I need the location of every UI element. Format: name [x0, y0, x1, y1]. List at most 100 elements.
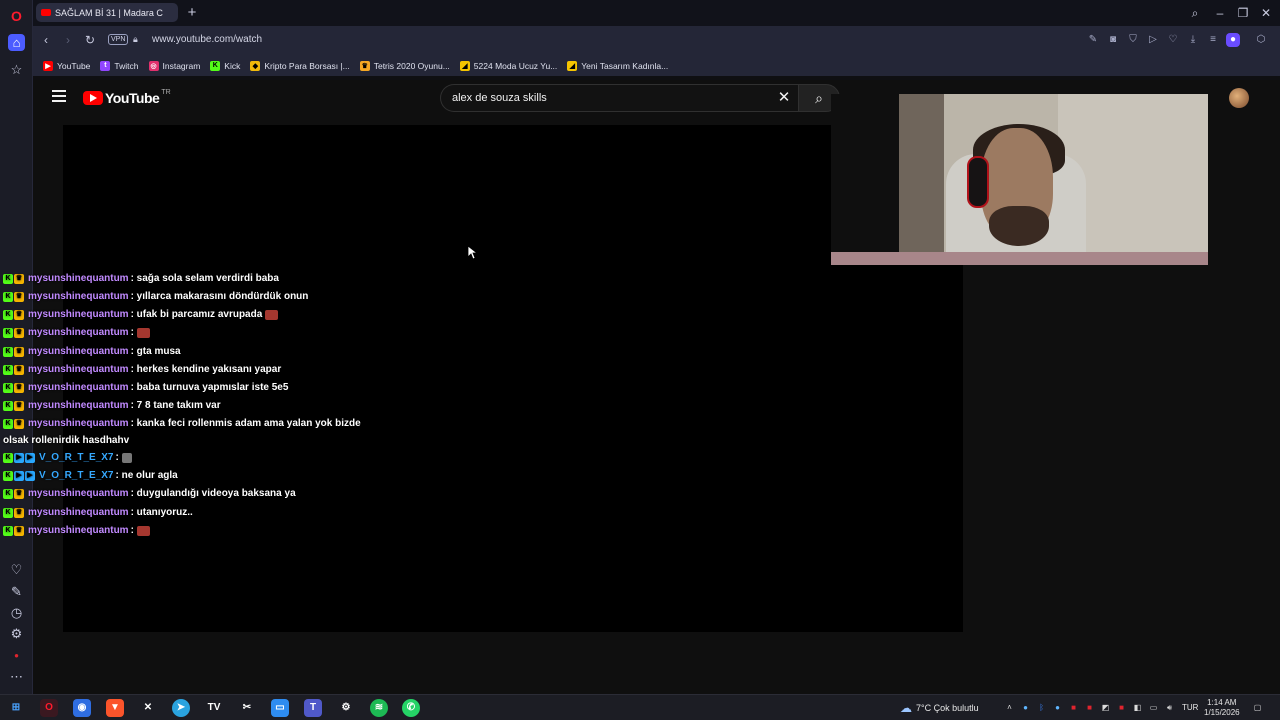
- notes-app-icon[interactable]: ▭: [271, 699, 289, 717]
- notifications-icon[interactable]: ▢: [1252, 702, 1263, 713]
- close-window-button[interactable]: ✕: [1256, 4, 1276, 22]
- bookmark-tetris[interactable]: ♛ Tetris 2020 Oyunu...: [359, 60, 450, 71]
- bookmark-kick[interactable]: K Kick: [210, 60, 240, 71]
- edit-icon[interactable]: ✎: [1086, 33, 1100, 47]
- steam-app-icon[interactable]: ⚙: [337, 699, 355, 717]
- whatsapp-app-icon[interactable]: ✆: [402, 699, 420, 717]
- kick-badge-icon: K: [3, 309, 13, 320]
- tab-active[interactable]: SAĞLAM Bİ 31 | Madara C: [36, 3, 178, 22]
- bluetooth-icon[interactable]: ᛒ: [1036, 702, 1047, 713]
- tray-app-icon[interactable]: ◩: [1100, 702, 1111, 713]
- youtube-logo[interactable]: YouTube TR: [83, 89, 171, 106]
- subscriber-badge-icon: ▶: [14, 452, 24, 463]
- search-tabs-icon[interactable]: ⌕: [1185, 4, 1205, 22]
- instagram-icon: ◎: [148, 60, 159, 71]
- tray-app-icon[interactable]: ■: [1084, 702, 1095, 713]
- bookmark-tasarim[interactable]: ◢ Yeni Tasarım Kadınla...: [567, 60, 668, 71]
- spotify-app-icon[interactable]: ≋: [370, 699, 388, 717]
- kick-badge-icon: K: [3, 273, 13, 284]
- language-indicator[interactable]: TUR: [1182, 703, 1198, 712]
- chat-username: mysunshinequantum: [28, 507, 129, 518]
- chat-text: : ufak bi parcamız avrupada: [130, 309, 263, 320]
- kick-badge-icon: K: [3, 382, 13, 393]
- windows-start-icon[interactable]: ⊞: [7, 699, 25, 717]
- new-tab-button[interactable]: +: [183, 4, 201, 22]
- clear-search-icon[interactable]: ✕: [774, 88, 794, 108]
- profile-icon[interactable]: ●: [1226, 33, 1240, 47]
- pinboard-icon[interactable]: ✎: [8, 583, 25, 600]
- chat-message: K ▶ ▶ V_O_R_T_E_X7:: [3, 452, 132, 463]
- bookmark-instagram[interactable]: ◎ Instagram: [148, 60, 200, 71]
- forward-button[interactable]: ›: [60, 32, 76, 48]
- tray-chevron-icon[interactable]: ˄: [1004, 702, 1015, 713]
- hamburger-menu-icon[interactable]: [52, 90, 66, 104]
- settings-gear-icon[interactable]: ⚙: [8, 625, 25, 642]
- clock[interactable]: 1:14 AM 1/15/2026: [1204, 698, 1240, 718]
- chat-message: K ♛ mysunshinequantum: duygulandığı videoy…: [3, 488, 296, 499]
- shield-icon[interactable]: ⛉: [1126, 33, 1140, 47]
- chat-message: K ♛ mysunshinequantum: kanka feci rollenmi…: [3, 418, 361, 429]
- tray-app-icon[interactable]: ◧: [1132, 702, 1143, 713]
- chat-text: : herkes kendine yakısanı yapar: [130, 364, 282, 375]
- bookmark-crypto[interactable]: ◆ Kripto Para Borsası |...: [250, 60, 350, 71]
- chat-username: V_O_R_T_E_X7: [39, 452, 114, 463]
- reload-button[interactable]: ↻: [82, 32, 98, 48]
- trophy-icon: ♛: [359, 60, 370, 71]
- crown-badge-icon: ♛: [14, 346, 24, 357]
- bookmark-moda[interactable]: ◢ 5224 Moda Ucuz Yu...: [459, 60, 557, 71]
- opera-logo-icon[interactable]: O: [8, 7, 25, 24]
- tray-app-icon[interactable]: ■: [1116, 702, 1127, 713]
- chat-text: :: [130, 327, 134, 338]
- webcam-overlay: [831, 94, 1208, 265]
- home-icon[interactable]: ⌂: [8, 34, 25, 51]
- kick-badge-icon: K: [3, 291, 13, 302]
- ublock-icon[interactable]: ●: [8, 647, 25, 664]
- bookmark-youtube[interactable]: ▶ YouTube: [43, 60, 90, 71]
- back-button[interactable]: ‹: [38, 32, 54, 48]
- network-icon[interactable]: ▭: [1148, 702, 1159, 713]
- tray-app-icon[interactable]: ●: [1052, 702, 1063, 713]
- minimize-button[interactable]: –: [1210, 4, 1230, 22]
- menu-icon[interactable]: ≡: [1206, 33, 1220, 47]
- capcut-app-icon[interactable]: ✂: [238, 699, 256, 717]
- play-icon[interactable]: ▷: [1146, 33, 1160, 47]
- avatar[interactable]: [1229, 88, 1249, 108]
- cloud-icon: ☁: [900, 701, 912, 715]
- crown-badge-icon: ♛: [14, 488, 24, 499]
- tray-app-icon[interactable]: ●: [1020, 702, 1031, 713]
- vpn-badge[interactable]: VPN: [108, 34, 129, 45]
- weather-widget[interactable]: ☁ 7°C Çok bulutlu: [900, 701, 979, 715]
- opera-app-icon[interactable]: O: [40, 699, 58, 717]
- youtube-icon: ▶: [43, 60, 53, 71]
- heart-icon[interactable]: ♡: [8, 561, 25, 578]
- kick-badge-icon: K: [3, 507, 13, 518]
- brave-app-icon[interactable]: ▼: [106, 699, 124, 717]
- chat-text: :: [130, 525, 134, 536]
- chrome-app-icon[interactable]: ◉: [73, 699, 91, 717]
- restore-button[interactable]: ❐: [1233, 4, 1253, 22]
- kick-badge-icon: K: [3, 418, 13, 429]
- telegram-app-icon[interactable]: ➤: [172, 699, 190, 717]
- bookmark-twitch[interactable]: t Twitch: [100, 60, 139, 71]
- camera-icon[interactable]: ◙: [1106, 33, 1120, 47]
- chat-text: : gta musa: [130, 346, 181, 357]
- x-app-icon[interactable]: ✕: [139, 699, 157, 717]
- lock-icon[interactable]: 🔒︎: [133, 34, 138, 45]
- download-icon[interactable]: ⤓: [1186, 33, 1200, 47]
- tradingview-app-icon[interactable]: TV: [205, 699, 223, 717]
- url-field[interactable]: www.youtube.com/watch: [152, 34, 262, 45]
- search-input[interactable]: alex de souza skills ✕: [440, 84, 798, 112]
- teams-app-icon[interactable]: T: [304, 699, 322, 717]
- extensions-icon[interactable]: ⬡: [1254, 33, 1268, 47]
- speed-dial-icon[interactable]: ☆: [8, 61, 25, 78]
- history-icon[interactable]: ◷: [8, 604, 25, 621]
- crown-badge-icon: ♛: [14, 364, 24, 375]
- crown-badge-icon: ♛: [14, 400, 24, 411]
- shop-icon: ◢: [459, 60, 470, 71]
- more-options-icon[interactable]: ⋯: [8, 668, 25, 685]
- heart-icon[interactable]: ♡: [1166, 33, 1180, 47]
- tray-app-icon[interactable]: ■: [1068, 702, 1079, 713]
- volume-icon[interactable]: 🔊︎: [1164, 702, 1175, 713]
- video-player[interactable]: [63, 125, 963, 632]
- chat-text: : 7 8 tane takım var: [130, 400, 221, 411]
